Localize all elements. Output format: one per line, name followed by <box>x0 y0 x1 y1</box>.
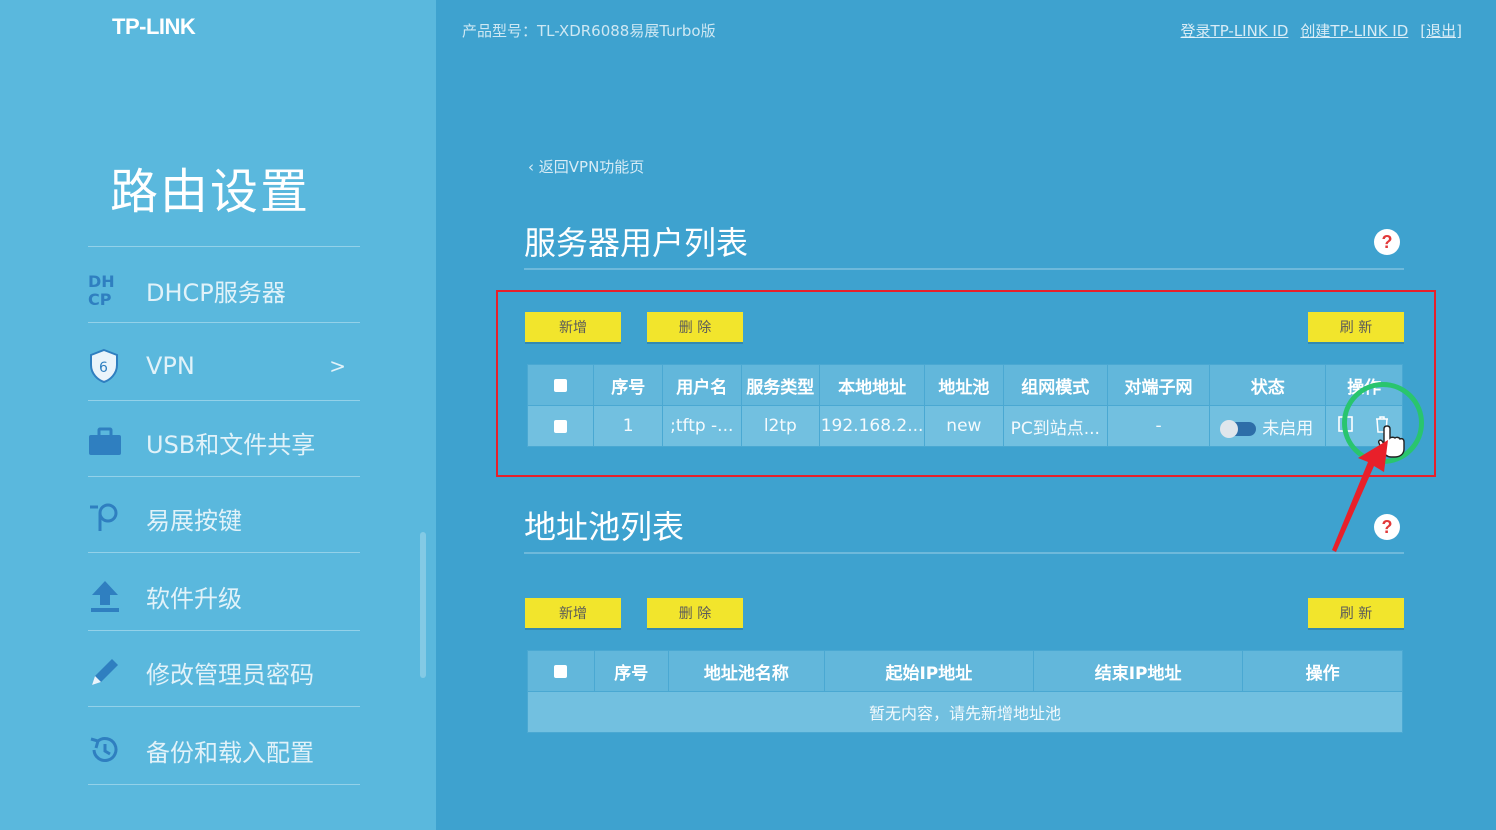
cell-service-type: l2tp <box>740 405 821 447</box>
sidebar-item-dhcp[interactable]: DH CP DHCP服务器 <box>88 258 360 322</box>
sidebar-item-label: 软件升级 <box>146 584 242 613</box>
select-all-header <box>526 364 595 406</box>
pool-table: 序号 地址池名称 起始IP地址 结束IP地址 操作 暂无内容，请先新增地址池 <box>527 650 1403 733</box>
row-select-cell <box>526 405 595 447</box>
cell-local-address: 192.168.2... <box>819 405 926 447</box>
user-refresh-button[interactable]: 刷 新 <box>1308 312 1404 342</box>
chevron-right-icon: > <box>329 354 346 378</box>
sidebar-item-upgrade[interactable]: 软件升级 <box>88 564 360 628</box>
history-icon <box>88 730 128 770</box>
briefcase-icon <box>88 422 128 462</box>
empty-message: 暂无内容，请先新增地址池 <box>527 691 1403 733</box>
help-icon[interactable]: ? <box>1374 229 1400 255</box>
cell-network-mode: PC到站点... <box>1002 405 1108 447</box>
pool-list-title: 地址池列表 <box>524 508 685 546</box>
table-row: 暂无内容，请先新增地址池 <box>527 691 1403 733</box>
sidebar-item-label: VPN <box>146 352 195 380</box>
dhcp-icon: DH CP <box>88 270 128 310</box>
divider <box>88 630 360 631</box>
status-toggle[interactable] <box>1220 419 1257 438</box>
back-to-vpn-link[interactable]: ‹ 返回VPN功能页 <box>528 156 644 177</box>
back-label: 返回VPN功能页 <box>538 158 645 176</box>
sidebar-item-usb[interactable]: USB和文件共享 <box>88 410 360 474</box>
chevron-left-icon: ‹ <box>528 158 539 176</box>
column-header: 操作 <box>1242 650 1403 692</box>
column-header: 序号 <box>593 364 663 406</box>
column-header: 组网模式 <box>1002 364 1108 406</box>
pool-delete-button[interactable]: 删 除 <box>647 598 743 628</box>
column-header: 序号 <box>593 650 670 692</box>
divider <box>88 706 360 707</box>
divider <box>88 246 360 247</box>
table-header: 序号 用户名 服务类型 本地地址 地址池 组网模式 对端子网 状态 操作 <box>526 364 1403 406</box>
column-header: 状态 <box>1209 364 1327 406</box>
help-icon[interactable]: ? <box>1374 514 1400 540</box>
sidebar-title: 路由设置 <box>110 164 311 220</box>
divider <box>88 400 360 401</box>
sidebar-item-label: 备份和载入配置 <box>146 738 314 767</box>
table-row: 1 ;tftp -... l2tp 192.168.2... new PC到站点… <box>526 405 1403 447</box>
user-add-button[interactable]: 新增 <box>525 312 621 342</box>
pencil-icon <box>88 652 128 692</box>
sidebar-item-vpn[interactable]: 6 VPN > <box>88 334 360 398</box>
divider <box>524 552 1404 554</box>
sidebar-item-label: USB和文件共享 <box>146 430 316 459</box>
select-all-checkbox[interactable] <box>554 378 568 392</box>
account-links: 登录TP-LINK ID 创建TP-LINK ID [退出] <box>1181 20 1462 41</box>
divider <box>88 552 360 553</box>
create-tplink-id-link[interactable]: 创建TP-LINK ID <box>1300 20 1408 41</box>
logout-link[interactable]: [退出] <box>1420 20 1462 41</box>
product-model: 产品型号：TL-XDR6088易展Turbo版 <box>462 22 716 40</box>
sidebar-item-label: DHCP服务器 <box>146 278 286 307</box>
sidebar-item-label: 修改管理员密码 <box>146 660 314 689</box>
pool-refresh-button[interactable]: 刷 新 <box>1308 598 1404 628</box>
tp-link-logo[interactable]: TP-LINK <box>112 14 196 40</box>
column-header: 本地地址 <box>819 364 926 406</box>
svg-text:DH: DH <box>88 272 115 291</box>
cell-address-pool: new <box>924 405 1004 447</box>
svg-text:6: 6 <box>99 360 108 376</box>
svg-text:CP: CP <box>88 290 112 308</box>
sidebar: TP-LINK 路由设置 DH CP DHCP服务器 6 VPN > USB和文件… <box>0 0 436 830</box>
sidebar-item-password[interactable]: 修改管理员密码 <box>88 640 360 704</box>
sidebar-scrollbar[interactable] <box>420 532 426 678</box>
sidebar-item-easymesh[interactable]: 易展按键 <box>88 486 360 550</box>
column-header: 对端子网 <box>1106 364 1211 406</box>
cell-username: ;tftp -... <box>661 405 742 447</box>
column-header: 结束IP地址 <box>1032 650 1244 692</box>
cell-status: 未启用 <box>1209 405 1327 447</box>
pool-add-button[interactable]: 新增 <box>525 598 621 628</box>
shield-icon: 6 <box>88 346 128 386</box>
divider <box>524 268 1404 270</box>
cell-index: 1 <box>593 405 663 447</box>
divider <box>88 476 360 477</box>
cell-peer-subnet: - <box>1106 405 1211 447</box>
column-header: 服务类型 <box>740 364 821 406</box>
upload-icon <box>88 576 128 616</box>
user-table: 序号 用户名 服务类型 本地地址 地址池 组网模式 对端子网 状态 操作 1 ;… <box>526 364 1403 447</box>
select-all-header <box>527 650 595 692</box>
user-list-title: 服务器用户列表 <box>524 224 749 262</box>
easymesh-icon <box>88 498 128 538</box>
column-header: 地址池 <box>924 364 1004 406</box>
table-header: 序号 地址池名称 起始IP地址 结束IP地址 操作 <box>527 650 1403 692</box>
login-tplink-id-link[interactable]: 登录TP-LINK ID <box>1181 20 1289 41</box>
column-header: 地址池名称 <box>668 650 825 692</box>
user-delete-button[interactable]: 删 除 <box>647 312 743 342</box>
row-checkbox[interactable] <box>554 419 568 433</box>
status-text: 未启用 <box>1262 418 1314 439</box>
sidebar-item-backup[interactable]: 备份和载入配置 <box>88 718 360 782</box>
divider <box>88 322 360 323</box>
select-all-checkbox[interactable] <box>554 664 568 678</box>
column-header: 起始IP地址 <box>823 650 1035 692</box>
column-header: 用户名 <box>661 364 742 406</box>
divider <box>88 784 360 785</box>
sidebar-item-label: 易展按键 <box>146 506 242 535</box>
